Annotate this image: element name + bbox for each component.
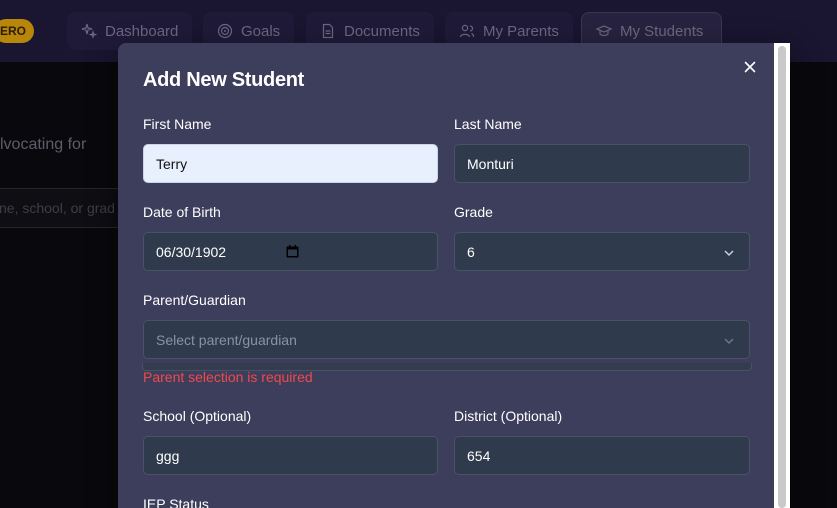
grade-value: 6 — [467, 243, 475, 260]
parent-guardian-placeholder: Select parent/guardian — [156, 331, 297, 348]
first-name-label: First Name — [143, 116, 212, 132]
users-icon — [459, 24, 475, 38]
district-input[interactable]: 654 — [454, 436, 750, 475]
close-icon — [744, 61, 756, 73]
tab-my-students-label: My Students — [620, 22, 704, 40]
graduation-cap-icon — [596, 25, 612, 37]
grade-label: Grade — [454, 204, 493, 220]
modal-title: Add New Student — [143, 69, 305, 91]
parent-error-message: Parent selection is required — [143, 369, 313, 385]
chevron-down-icon — [724, 250, 734, 257]
last-name-value: Monturi — [467, 155, 514, 172]
school-value: ggg — [156, 447, 180, 464]
district-label: District (Optional) — [454, 408, 563, 424]
sparkle-icon — [81, 23, 97, 39]
tab-goals-label: Goals — [241, 22, 281, 40]
document-icon — [322, 23, 334, 39]
dob-input[interactable]: 06/30/1902 — [143, 232, 438, 271]
tab-documents-label: Documents — [344, 22, 420, 40]
close-button[interactable] — [740, 57, 760, 77]
parent-guardian-label: Parent/Guardian — [143, 292, 246, 308]
parent-guardian-select[interactable]: Select parent/guardian — [143, 320, 750, 359]
background-search-input: ne, school, or grad — [0, 188, 130, 228]
dob-label: Date of Birth — [143, 204, 221, 220]
tab-dashboard-label: Dashboard — [105, 22, 179, 40]
last-name-label: Last Name — [454, 116, 522, 132]
modal-scrollbar-thumb[interactable] — [778, 46, 786, 508]
district-value: 654 — [467, 447, 491, 464]
last-name-input[interactable]: Monturi — [454, 144, 750, 183]
tab-my-parents-label: My Parents — [483, 22, 559, 40]
advocating-text: lvocating for — [0, 136, 87, 153]
hero-badge: ERO — [0, 19, 34, 43]
chevron-down-icon — [724, 338, 734, 345]
target-icon — [217, 23, 233, 39]
iep-status-label: IEP Status — [143, 496, 209, 508]
grade-select[interactable]: 6 — [454, 232, 750, 271]
school-label: School (Optional) — [143, 408, 252, 424]
first-name-input[interactable]: Terry — [143, 144, 438, 183]
calendar-icon[interactable] — [286, 245, 299, 258]
first-name-value: Terry — [156, 155, 188, 172]
dob-value: 06/30/1902 — [156, 243, 227, 260]
school-input[interactable]: ggg — [143, 436, 438, 475]
